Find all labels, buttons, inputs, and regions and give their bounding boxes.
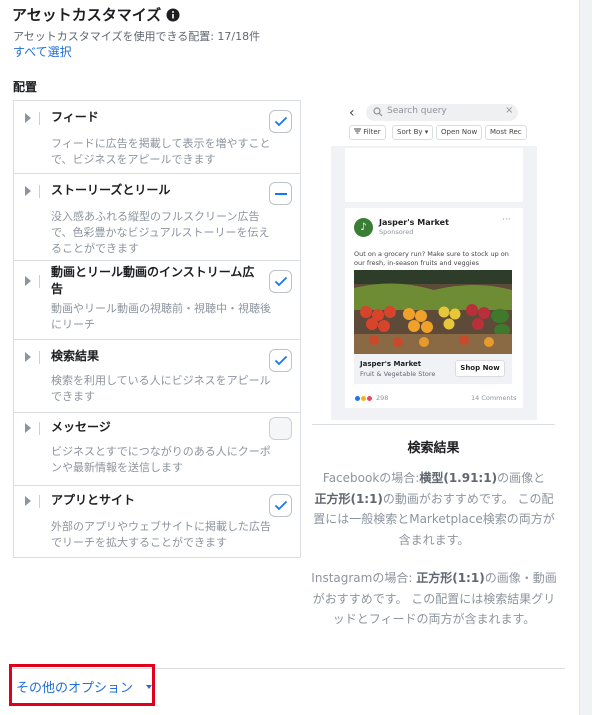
placement-item-search-results[interactable]: 検索結果 検索を利用している人にビジネスをアピールできます [14, 340, 300, 413]
placement-description: 外部のアプリやウェブサイトに掲載した広告でリーチを拡大することができます [51, 520, 271, 549]
placement-count: アセットカスタマイズを使用できる配置: 17/18件 [13, 30, 261, 43]
phone-search-bar: ‹ Search query × Filter Sort By ▾ Open N… [331, 100, 537, 146]
cta-title: Jasper's Market [360, 360, 422, 368]
preview-divider [312, 424, 555, 425]
sort-chip: Sort By ▾ [392, 125, 434, 140]
placement-description: 没入感あふれる縦型のフルスクリーン広告で、色彩豊かなビジュアルストーリーを伝える… [51, 210, 270, 255]
placement-description: 検索を利用している人にビジネスをアピールできます [51, 374, 271, 403]
other-options-button[interactable]: その他のオプション [9, 664, 155, 706]
search-icon [373, 107, 383, 117]
brand-name: Jasper's Market [379, 218, 449, 227]
reactions-row: 298 [354, 394, 388, 402]
placement-description: 動画やリール動画の視聴前・視聴中・視聴後にリーチ [51, 302, 271, 331]
reaction-count: 298 [376, 394, 389, 402]
placement-description: ビジネスとすでにつながりのある人にクーポンや最新情報を送信します [51, 445, 271, 474]
sponsored-label: Sponsored [379, 228, 414, 236]
instagram-recommendation: Instagramの場合: 正方形(1:1)の画像・動画がおすすめです。 この配… [311, 571, 557, 626]
divider [39, 275, 40, 288]
ad-primary-text: Out on a grocery run? Make sure to stock… [354, 250, 509, 267]
divider [39, 185, 40, 198]
placement-description: フィードに広告を掲載して表示を増やすことで、ビジネスをアピールできます [51, 137, 271, 166]
indeterminate-icon [274, 192, 287, 195]
more-icon: ··· [502, 215, 511, 225]
preview-search-field: Search query × [366, 104, 518, 121]
placements-label: 配置 [13, 80, 38, 94]
clear-icon: × [505, 105, 514, 116]
placement-title: アプリとサイト [51, 493, 136, 507]
select-all-link[interactable]: すべて選択 [13, 43, 72, 60]
expand-arrow-icon[interactable] [25, 423, 31, 433]
checkbox-apps-sites[interactable] [269, 494, 292, 517]
scrollbar[interactable] [580, 0, 592, 715]
checkbox-instream[interactable] [269, 270, 292, 293]
caret-down-icon[interactable] [146, 685, 152, 689]
checkbox-feed[interactable] [269, 110, 292, 133]
love-reaction-icon [366, 394, 373, 402]
checkmark-icon [274, 116, 287, 127]
divider [39, 422, 40, 435]
shop-now-button: Shop Now [455, 360, 505, 377]
expand-arrow-icon[interactable] [25, 113, 31, 123]
placement-item-stories-reels[interactable]: ストーリーズとリール 没入感あふれる縦型のフルスクリーン広告で、色彩豊かなビジュ… [14, 174, 300, 261]
ad-preview-phone: ‹ Search query × Filter Sort By ▾ Open N… [331, 100, 537, 420]
produce-market-image [354, 270, 512, 354]
checkmark-icon [274, 500, 287, 511]
placement-title: ストーリーズとリール [51, 183, 171, 197]
brand-logo: ♪ [354, 218, 373, 237]
ad-card: ♪ Jasper's Market Sponsored ··· Out on a… [345, 208, 523, 408]
open-now-chip: Open Now [436, 125, 483, 140]
filter-icon [354, 128, 361, 134]
checkbox-stories-reels[interactable] [269, 182, 292, 205]
most-recent-chip: Most Rec [485, 125, 527, 140]
preview-placement-title: 検索結果 [407, 441, 460, 456]
divider [39, 351, 40, 364]
cta-bar: Jasper's Market Fruit & Vegetable Store … [354, 354, 512, 384]
facebook-recommendation: Facebookの場合:横型(1.91:1)の画像と 正方形(1:1)の動画がおす… [313, 471, 555, 547]
placement-title: 検索結果 [51, 349, 100, 363]
back-arrow-icon: ‹ [349, 105, 355, 121]
placement-item-feed[interactable]: フィード フィードに広告を掲載して表示を増やすことで、ビジネスをアピールできます [14, 101, 300, 174]
placement-item-messages[interactable]: メッセージ ビジネスとすでにつながりのある人にクーポンや最新情報を送信します [14, 413, 300, 486]
placement-title: メッセージ [51, 420, 111, 434]
other-options-label[interactable]: その他のオプション [16, 677, 133, 696]
checkmark-icon [274, 276, 287, 287]
divider [39, 495, 40, 508]
expand-arrow-icon[interactable] [25, 496, 31, 506]
placement-title: フィード [51, 110, 99, 124]
expand-arrow-icon[interactable] [25, 352, 31, 362]
section-title: アセットカスタマイズ [12, 6, 162, 24]
expand-arrow-icon[interactable] [25, 276, 31, 286]
section-header: アセットカスタマイズ [12, 4, 180, 25]
expand-arrow-icon[interactable] [25, 186, 31, 196]
placeholder-card [345, 148, 523, 202]
checkmark-icon [274, 355, 287, 366]
comment-count: 14 Comments [471, 394, 517, 402]
info-icon[interactable] [166, 8, 180, 22]
divider [39, 112, 40, 125]
placement-title: 動画とリール動画のインストリーム広告 [51, 265, 255, 296]
checkbox-search-results[interactable] [269, 349, 292, 372]
cta-subtitle: Fruit & Vegetable Store [360, 370, 436, 378]
placement-list: フィード フィードに広告を掲載して表示を増やすことで、ビジネスをアピールできます… [13, 100, 301, 558]
placement-item-apps-sites[interactable]: アプリとサイト 外部のアプリやウェブサイトに掲載した広告でリーチを拡大することが… [14, 486, 300, 557]
checkbox-messages[interactable] [269, 417, 292, 440]
filter-chip: Filter [349, 125, 386, 140]
placement-item-instream[interactable]: 動画とリール動画のインストリーム広告 動画やリール動画の視聴前・視聴中・視聴後に… [14, 261, 300, 340]
search-placeholder: Search query [387, 106, 447, 116]
